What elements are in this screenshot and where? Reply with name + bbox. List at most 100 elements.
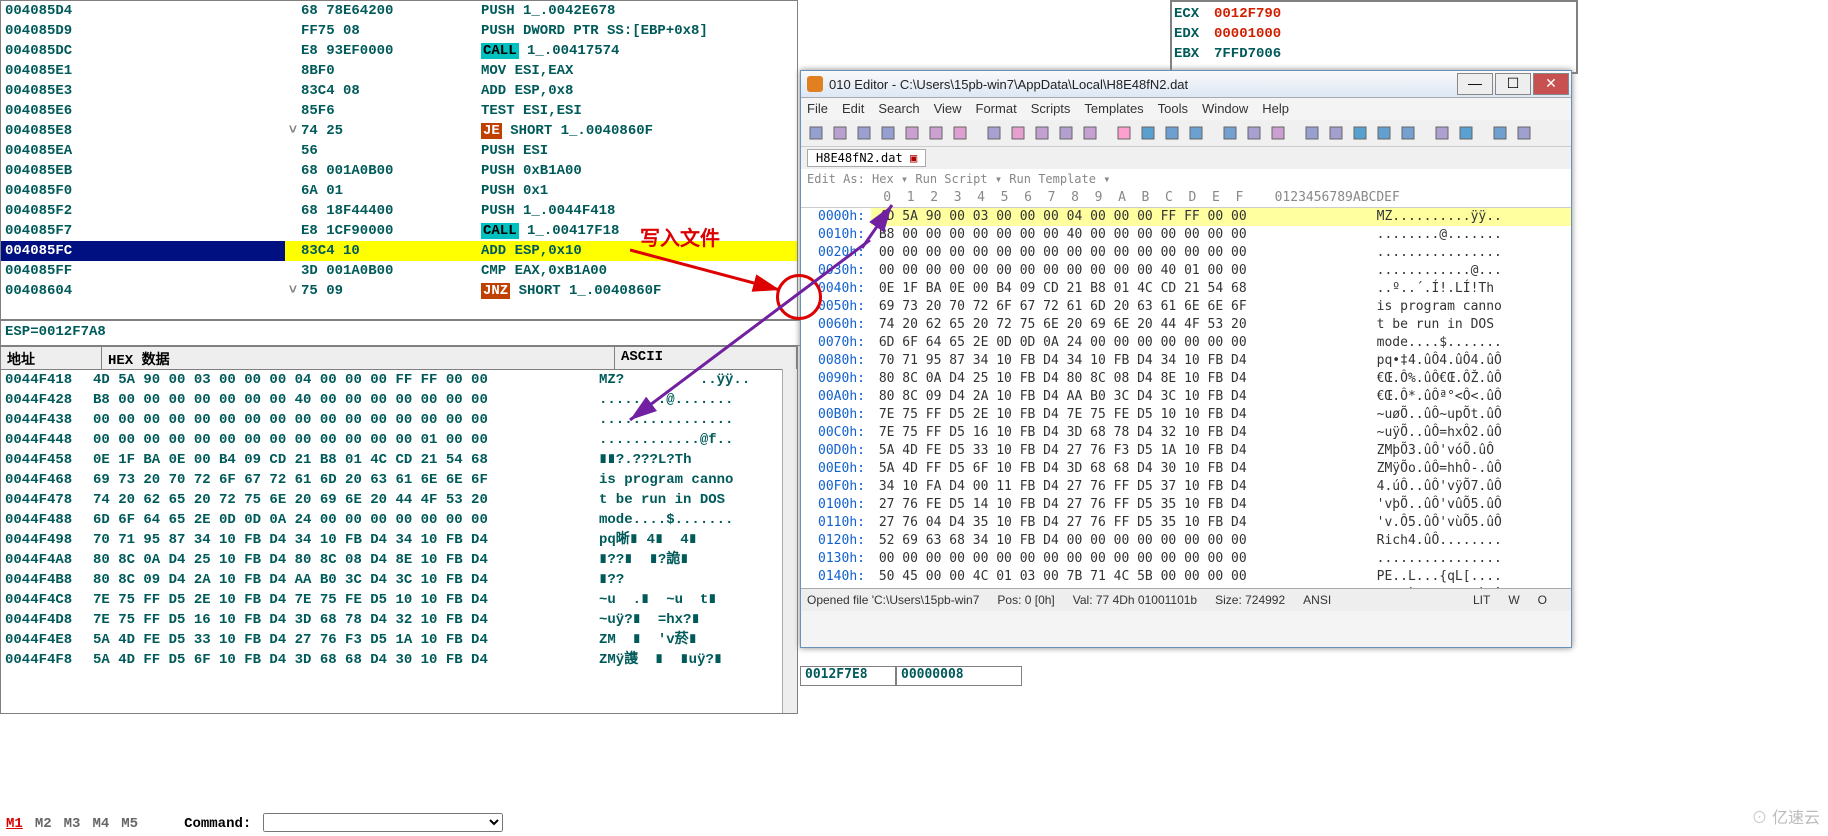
hex-row[interactable]: 0010h: B8 00 00 00 00 00 00 00 40 00 00 … bbox=[801, 226, 1571, 244]
register-row[interactable]: EBX7FFD7006 bbox=[1174, 44, 1574, 64]
hex-row[interactable]: 0100h: 27 76 FE D5 14 10 FB D4 27 76 FF … bbox=[801, 496, 1571, 514]
text-mode-icon[interactable] bbox=[1243, 122, 1265, 144]
hex-row[interactable]: 00E0h: 5A 4D FF D5 6F 10 FB D4 3D 68 68 … bbox=[801, 460, 1571, 478]
memory-row[interactable]: 0044F4E85A 4D FE D5 33 10 FB D4 27 76 F3… bbox=[1, 630, 797, 650]
hex-row[interactable]: 0060h: 74 20 62 65 20 72 75 6E 20 69 6E … bbox=[801, 316, 1571, 334]
menu-search[interactable]: Search bbox=[878, 101, 919, 116]
ruler-icon[interactable] bbox=[1267, 122, 1289, 144]
new-icon[interactable] bbox=[805, 122, 827, 144]
save-icon[interactable] bbox=[877, 122, 899, 144]
disasm-row[interactable]: 004085D9FF75 08PUSH DWORD PTR SS:[EBP+0x… bbox=[1, 21, 797, 41]
memory-row[interactable]: 0044F4D87E 75 FF D5 16 10 FB D4 3D 68 78… bbox=[1, 610, 797, 630]
registers-pane[interactable]: ECX0012F790EDX00001000EBX7FFD7006 bbox=[1170, 0, 1578, 74]
print-icon[interactable] bbox=[949, 122, 971, 144]
memory-row[interactable]: 0044F44800 00 00 00 00 00 00 00 00 00 00… bbox=[1, 430, 797, 450]
memory-row[interactable]: 0044F43800 00 00 00 00 00 00 00 00 00 00… bbox=[1, 410, 797, 430]
find-icon[interactable] bbox=[1113, 122, 1135, 144]
hex-body[interactable]: 0000h: 4D 5A 90 00 03 00 00 00 04 00 00 … bbox=[801, 208, 1571, 588]
tab-M2[interactable]: M2 bbox=[35, 816, 52, 832]
hex-row[interactable]: 0110h: 27 76 04 D4 35 10 FB D4 27 76 FF … bbox=[801, 514, 1571, 532]
hex-row[interactable]: 00D0h: 5A 4D FE D5 33 10 FB D4 27 76 F3 … bbox=[801, 442, 1571, 460]
disasm-row[interactable]: 004085FF3D 001A0B00CMP EAX,0xB1A00 bbox=[1, 261, 797, 281]
select-col-icon[interactable] bbox=[1373, 122, 1395, 144]
hex-row[interactable]: 00C0h: 7E 75 FF D5 16 10 FB D4 3D 68 78 … bbox=[801, 424, 1571, 442]
hex-row[interactable]: 0020h: 00 00 00 00 00 00 00 00 00 00 00 … bbox=[801, 244, 1571, 262]
memory-row[interactable]: 0044F4F85A 4D FF D5 6F 10 FB D4 3D 68 68… bbox=[1, 650, 797, 670]
hex-row[interactable]: 0040h: 0E 1F BA 0E 00 B4 09 CD 21 B8 01 … bbox=[801, 280, 1571, 298]
disasm-row[interactable]: 004085F268 18F44400PUSH 1_.0044F418 bbox=[1, 201, 797, 221]
memory-row[interactable]: 0044F4C87E 75 FF D5 2E 10 FB D4 7E 75 FE… bbox=[1, 590, 797, 610]
tab-M3[interactable]: M3 bbox=[64, 816, 81, 832]
hex-icon[interactable] bbox=[1301, 122, 1323, 144]
open-icon[interactable] bbox=[829, 122, 851, 144]
hex-editor-window[interactable]: 010 Editor - C:\Users\15pb-win7\AppData\… bbox=[800, 70, 1572, 648]
disasm-row[interactable]: 004085E8˅74 25JE SHORT 1_.0040860F bbox=[1, 121, 797, 141]
goto-icon[interactable] bbox=[1185, 122, 1207, 144]
replace-icon[interactable] bbox=[1161, 122, 1183, 144]
paste-icon[interactable] bbox=[1031, 122, 1053, 144]
disassembly-pane[interactable]: 004085D468 78E64200PUSH 1_.0042E67800408… bbox=[0, 0, 798, 320]
memory-row[interactable]: 0044F46869 73 20 70 72 6F 67 72 61 6D 20… bbox=[1, 470, 797, 490]
disasm-row[interactable]: 004085D468 78E64200PUSH 1_.0042E678 bbox=[1, 1, 797, 21]
maximize-button[interactable]: ☐ bbox=[1495, 73, 1531, 95]
titlebar[interactable]: 010 Editor - C:\Users\15pb-win7\AppData\… bbox=[801, 71, 1571, 98]
command-select[interactable] bbox=[263, 813, 503, 832]
memory-row[interactable]: 0044F49870 71 95 87 34 10 FB D4 34 10 FB… bbox=[1, 530, 797, 550]
tab-M4[interactable]: M4 bbox=[92, 816, 109, 832]
disasm-row[interactable]: 004085EA56PUSH ESI bbox=[1, 141, 797, 161]
register-row[interactable]: EDX00001000 bbox=[1174, 24, 1574, 44]
hex-row[interactable]: 00F0h: 34 10 FA D4 00 11 FB D4 27 76 FF … bbox=[801, 478, 1571, 496]
hex-row[interactable]: 0120h: 52 69 63 68 34 10 FB D4 00 00 00 … bbox=[801, 532, 1571, 550]
memory-dump-pane[interactable]: 地址 HEX 数据 ASCII 0044F4184D 5A 90 00 03 0… bbox=[0, 346, 798, 714]
hex-row[interactable]: 0030h: 00 00 00 00 00 00 00 00 00 00 00 … bbox=[801, 262, 1571, 280]
memory-row[interactable]: 0044F4886D 6F 64 65 2E 0D 0D 0A 24 00 00… bbox=[1, 510, 797, 530]
minimize-button[interactable]: — bbox=[1457, 73, 1493, 95]
hex-row[interactable]: 0000h: 4D 5A 90 00 03 00 00 00 04 00 00 … bbox=[801, 208, 1571, 226]
tab-M1[interactable]: M1 bbox=[6, 816, 23, 832]
hex-mode-icon[interactable] bbox=[1219, 122, 1241, 144]
menu-format[interactable]: Format bbox=[976, 101, 1017, 116]
memory-row[interactable]: 0044F428B8 00 00 00 00 00 00 00 40 00 00… bbox=[1, 390, 797, 410]
menu-bar[interactable]: FileEditSearchViewFormatScriptsTemplates… bbox=[801, 98, 1571, 120]
memory-row[interactable]: 0044F4A880 8C 0A D4 25 10 FB D4 80 8C 08… bbox=[1, 550, 797, 570]
highlight-icon[interactable] bbox=[1455, 122, 1477, 144]
hex-row[interactable]: 0090h: 80 8C 0A D4 25 10 FB D4 80 8C 08 … bbox=[801, 370, 1571, 388]
disasm-row[interactable]: 004085F06A 01PUSH 0x1 bbox=[1, 181, 797, 201]
hex-row[interactable]: 0150h: 00 00 00 00 E0 00 02 01 0D 01 0E … bbox=[801, 586, 1571, 588]
disasm-row[interactable]: 004085E383C4 08ADD ESP,0x8 bbox=[1, 81, 797, 101]
close-button[interactable]: ✕ bbox=[1533, 73, 1569, 95]
save-as-icon[interactable] bbox=[925, 122, 947, 144]
hex-row[interactable]: 0050h: 69 73 20 70 72 6F 67 72 61 6D 20 … bbox=[801, 298, 1571, 316]
menu-window[interactable]: Window bbox=[1202, 101, 1248, 116]
menu-file[interactable]: File bbox=[807, 101, 828, 116]
menu-view[interactable]: View bbox=[934, 101, 962, 116]
cut-icon[interactable] bbox=[983, 122, 1005, 144]
undo-icon[interactable] bbox=[1055, 122, 1077, 144]
open-drive-icon[interactable] bbox=[853, 122, 875, 144]
file-tab-bar[interactable]: H8E48fN2.dat ▣ bbox=[801, 147, 1571, 169]
toolbar[interactable] bbox=[801, 120, 1571, 147]
copy-icon[interactable] bbox=[1007, 122, 1029, 144]
menu-help[interactable]: Help bbox=[1262, 101, 1289, 116]
disasm-row[interactable]: 004085EB68 001A0B00PUSH 0xB1A00 bbox=[1, 161, 797, 181]
hex-row[interactable]: 00B0h: 7E 75 FF D5 2E 10 FB D4 7E 75 FE … bbox=[801, 406, 1571, 424]
memdump-scrollbar[interactable] bbox=[782, 369, 797, 713]
stack-strip[interactable]: 0012F7E8 00000008 bbox=[800, 666, 1570, 686]
edit-mode-bar[interactable]: Edit As: Hex ▾ Run Script ▾ Run Template… bbox=[801, 169, 1571, 189]
memory-row[interactable]: 0044F4B880 8C 09 D4 2A 10 FB D4 AA B0 3C… bbox=[1, 570, 797, 590]
hex-row[interactable]: 00A0h: 80 8C 09 D4 2A 10 FB D4 AA B0 3C … bbox=[801, 388, 1571, 406]
hex-row[interactable]: 0140h: 50 45 00 00 4C 01 03 00 7B 71 4C … bbox=[801, 568, 1571, 586]
select-line-icon[interactable] bbox=[1397, 122, 1419, 144]
saveall-icon[interactable] bbox=[901, 122, 923, 144]
hex-row[interactable]: 0070h: 6D 6F 64 65 2E 0D 0D 0A 24 00 00 … bbox=[801, 334, 1571, 352]
menu-scripts[interactable]: Scripts bbox=[1031, 101, 1071, 116]
bottom-tabs[interactable]: M1M2M3M4M5Command: bbox=[0, 812, 796, 836]
disasm-row[interactable]: 00408604˅75 09JNZ SHORT 1_.0040860F bbox=[1, 281, 797, 301]
calc-icon[interactable] bbox=[1513, 122, 1535, 144]
hex-row[interactable]: 0080h: 70 71 95 87 34 10 FB D4 34 10 FB … bbox=[801, 352, 1571, 370]
disasm-row[interactable]: 004085E685F6TEST ESI,ESI bbox=[1, 101, 797, 121]
redo-icon[interactable] bbox=[1079, 122, 1101, 144]
bookmarks-icon[interactable] bbox=[1431, 122, 1453, 144]
register-row[interactable]: ECX0012F790 bbox=[1174, 4, 1574, 24]
para-icon[interactable] bbox=[1325, 122, 1347, 144]
